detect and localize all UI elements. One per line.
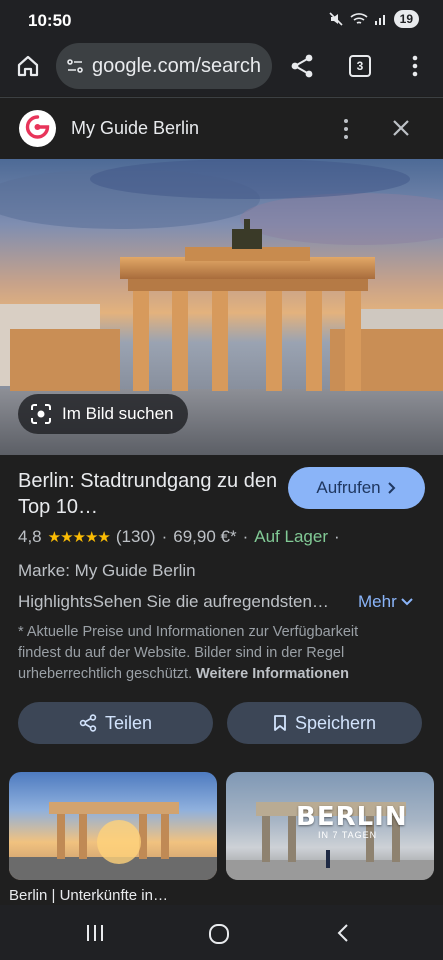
chevron-right-icon [387, 482, 396, 494]
home-icon[interactable] [16, 54, 40, 78]
site-title: My Guide Berlin [71, 118, 200, 138]
share-label: Teilen [104, 712, 153, 733]
battery-indicator: 19 [393, 10, 419, 28]
search-in-image-button[interactable]: Im Bild suchen [18, 394, 188, 434]
chevron-down-icon [401, 598, 413, 606]
wifi-icon [350, 13, 368, 24]
separator-dot: · [334, 527, 340, 546]
bookmark-icon [274, 715, 286, 731]
review-count[interactable]: (130) [116, 527, 156, 547]
save-label: Speichern [294, 712, 377, 733]
more-button[interactable]: Mehr [358, 592, 413, 612]
home-button-icon[interactable] [208, 923, 230, 945]
thumbnail-subtitle: IN 7 TAGEN [318, 830, 378, 840]
browser-toolbar: google.com/search 3 [0, 40, 443, 96]
system-nav-bar [0, 905, 443, 960]
price-disclaimer: * Aktuelle Preise und Informationen zur … [18, 622, 398, 685]
site-logo [19, 110, 56, 147]
more-vert-icon[interactable] [405, 54, 425, 78]
more-label: Mehr [358, 592, 397, 611]
back-icon[interactable] [336, 923, 350, 943]
brand-text: Marke: My Guide Berlin [18, 561, 196, 580]
rating-value: 4,8 [18, 527, 42, 546]
product-title[interactable]: Berlin: Stadtrundgang zu den Top 10… [18, 468, 278, 520]
price: 69,90 €* [173, 527, 237, 546]
related-image-2[interactable]: BERLIN IN 7 TAGEN [226, 772, 434, 880]
search-in-image-label: Im Bild suchen [62, 404, 174, 423]
visit-label: Aufrufen [316, 478, 381, 497]
more-info-link[interactable]: Weitere Informationen [196, 666, 349, 682]
close-icon[interactable] [392, 119, 410, 137]
mute-icon [329, 12, 343, 26]
stock-status: Auf Lager [254, 527, 328, 546]
related-image-caption[interactable]: Berlin | Unterkünfte in… [9, 887, 168, 904]
tab-switcher-button[interactable]: 3 [349, 55, 371, 77]
recent-apps-icon[interactable] [85, 924, 105, 942]
url-bar[interactable]: google.com/search [56, 43, 272, 89]
gate-thumbnail-illustration [9, 802, 217, 880]
star-rating: ★★★★★ [47, 529, 111, 546]
share-icon [79, 714, 97, 732]
separator-dot: · [242, 527, 249, 546]
page-info-icon[interactable] [66, 57, 84, 75]
share-icon[interactable] [290, 53, 314, 79]
save-button[interactable]: Speichern [227, 702, 422, 744]
share-button[interactable]: Teilen [18, 702, 213, 744]
source-header: My Guide Berlin [0, 97, 443, 159]
more-vert-icon[interactable] [336, 117, 356, 141]
thumbnail-title: BERLIN [296, 802, 408, 832]
separator-dot: · [161, 527, 168, 546]
lens-icon [31, 404, 51, 424]
status-bar: 10:50 19 [0, 0, 443, 40]
rating-row: 4,8 ★★★★★ (130) · 69,90 €* · Auf Lager · [18, 527, 340, 547]
url-text: google.com/search [92, 55, 261, 77]
signal-icon [374, 15, 385, 25]
highlights-text: HighlightsSehen Sie die aufregendsten… [18, 592, 329, 611]
visit-button[interactable]: Aufrufen [288, 467, 425, 509]
related-image-1[interactable] [9, 772, 217, 880]
status-icons: 19 [328, 10, 419, 28]
clock: 10:50 [28, 11, 72, 30]
